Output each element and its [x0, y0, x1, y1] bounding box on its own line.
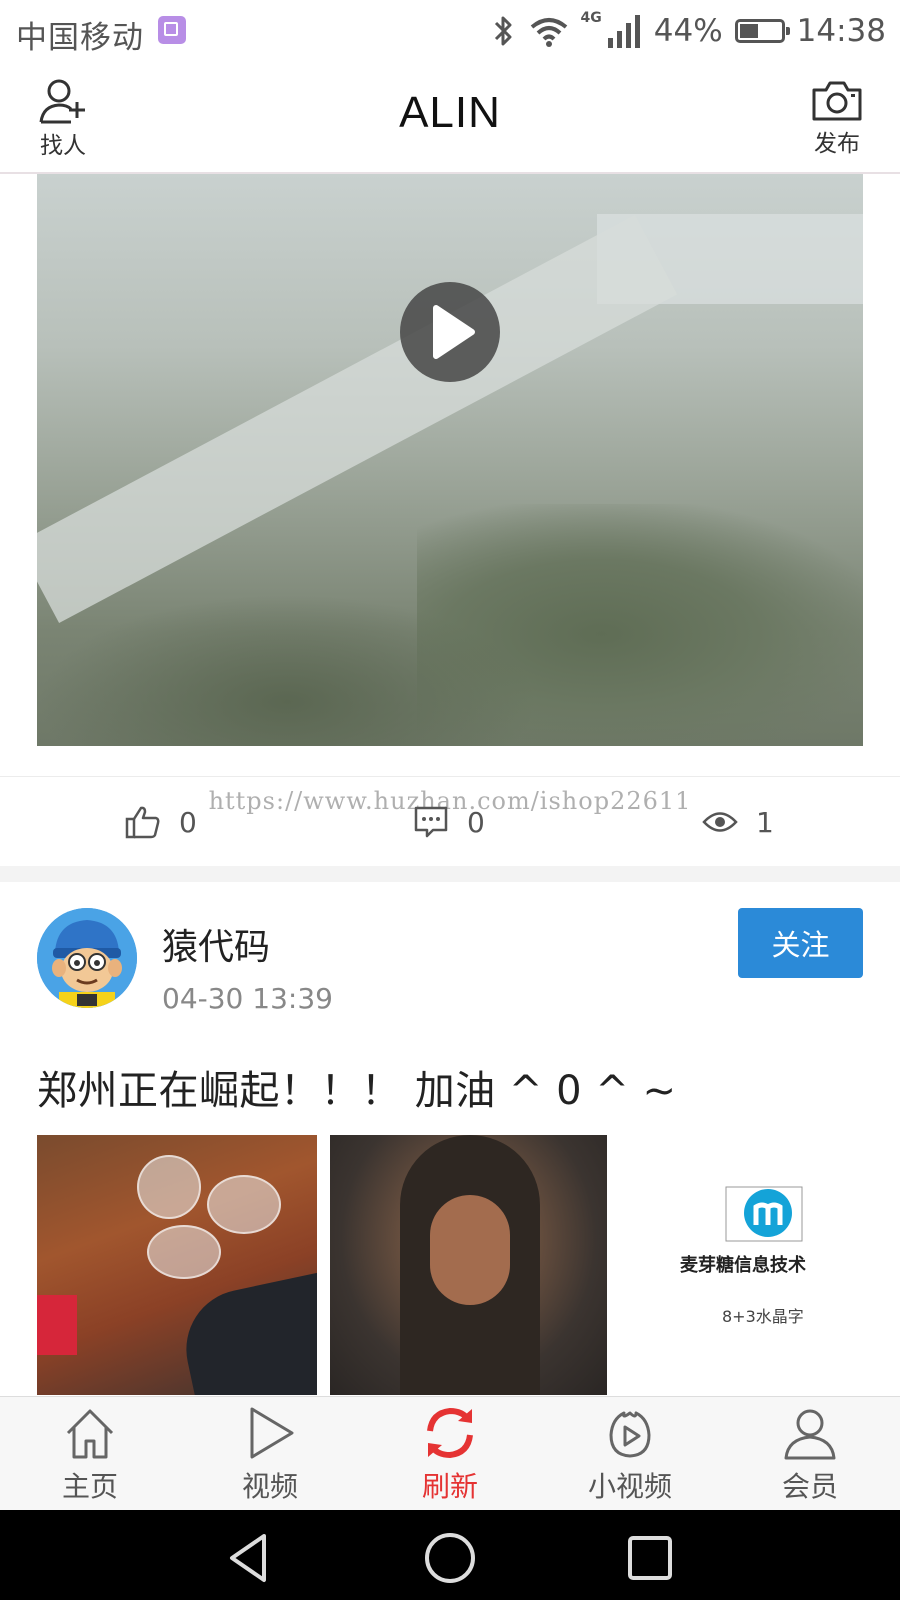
feed-divider — [0, 866, 900, 882]
m-logo-icon — [725, 1186, 803, 1242]
nav-short-video[interactable]: 小视频 — [560, 1405, 700, 1505]
nav-member[interactable]: 会员 — [740, 1405, 880, 1505]
clock: 14:38 — [796, 13, 886, 49]
username[interactable]: 猿代码 — [162, 918, 270, 970]
logo-company-name: 麦芽糖信息技术 — [680, 1255, 806, 1276]
post-timestamp: 04-30 13:39 — [162, 982, 333, 1015]
wifi-icon — [530, 18, 567, 47]
bottom-navigation: 主页 视频 刷新 小视频 会员 — [0, 1396, 900, 1511]
avatar[interactable] — [37, 908, 137, 1008]
carrier-name: 中国移动 — [16, 20, 144, 56]
nav-home-label: 主页 — [61, 1470, 118, 1503]
battery-fill — [739, 24, 758, 38]
camera-icon — [812, 81, 862, 121]
play-icon — [433, 305, 475, 359]
monkey-avatar-icon — [37, 908, 137, 1008]
tea-cup-shape — [207, 1175, 281, 1234]
logo-caption: 8+3水晶字 — [722, 1307, 804, 1326]
like-button[interactable]: 0 — [125, 799, 197, 845]
nav-video-label: 视频 — [241, 1470, 298, 1503]
views-indicator: 1 — [702, 799, 774, 845]
network-type: 4G — [580, 10, 602, 26]
thumbs-up-icon — [125, 806, 160, 839]
like-count: 0 — [179, 805, 197, 839]
comment-button[interactable]: 0 — [413, 799, 485, 845]
tea-cup-shape — [147, 1225, 221, 1279]
person-icon — [784, 1409, 836, 1460]
video-player[interactable] — [37, 174, 863, 746]
tea-cup-shape — [137, 1155, 201, 1219]
comment-count: 0 — [467, 805, 485, 839]
post-image-3[interactable]: 麦芽糖信息技术 8+3水晶字 — [620, 1135, 900, 1395]
nav-member-label: 会员 — [781, 1470, 838, 1503]
nav-video[interactable]: 视频 — [200, 1405, 340, 1505]
view-count: 1 — [756, 805, 774, 839]
eye-icon — [702, 812, 738, 832]
signal-icon — [607, 15, 640, 48]
status-indicators: 4G 44% 14:38 — [491, 8, 886, 54]
short-video-icon — [609, 1411, 651, 1458]
back-icon[interactable] — [222, 1530, 278, 1586]
home-circle-icon[interactable] — [422, 1530, 478, 1586]
nav-home[interactable]: 主页 — [20, 1405, 160, 1505]
nav-refresh-label: 刷新 — [421, 1470, 478, 1503]
battery-icon — [734, 19, 790, 43]
app-header: 找人 ALIN 发布 — [0, 62, 900, 174]
face-shape — [430, 1195, 510, 1305]
battery-percent: 44% — [653, 13, 723, 49]
publish-button[interactable]: 发布 — [792, 78, 882, 166]
gallery-notification-icon — [158, 16, 186, 44]
post-text: 郑州正在崛起！！！ 加油 ^ 0 ^ ~ — [37, 1068, 677, 1114]
post-image-1[interactable] — [37, 1135, 317, 1395]
nav-refresh[interactable]: 刷新 — [380, 1405, 520, 1505]
red-cloth-shape — [37, 1295, 77, 1355]
page-title: ALIN — [399, 88, 501, 137]
dark-sleeve-shape — [175, 1269, 317, 1395]
post-image-2[interactable] — [330, 1135, 607, 1395]
video-frame-detail — [37, 594, 537, 746]
play-button[interactable] — [400, 282, 500, 382]
nav-short-video-label: 小视频 — [587, 1470, 672, 1503]
bluetooth-icon — [494, 16, 512, 46]
status-bar: 中国移动 4G 44% 14:38 — [0, 0, 900, 62]
play-outline-icon — [250, 1407, 294, 1459]
recent-apps-icon[interactable] — [622, 1530, 678, 1586]
follow-button[interactable]: 关注 — [738, 908, 863, 978]
refresh-icon — [427, 1407, 473, 1459]
video-stats-bar: https://www.huzhan.com/ishop22611 0 0 1 — [0, 776, 900, 867]
home-icon — [66, 1409, 114, 1459]
publish-label: 发布 — [814, 131, 860, 157]
system-navigation-bar — [0, 1510, 900, 1600]
comment-icon — [414, 806, 448, 838]
app-screen: 中国移动 4G 44% 14:38 找人 ALIN 发布 https://www… — [0, 0, 900, 1600]
